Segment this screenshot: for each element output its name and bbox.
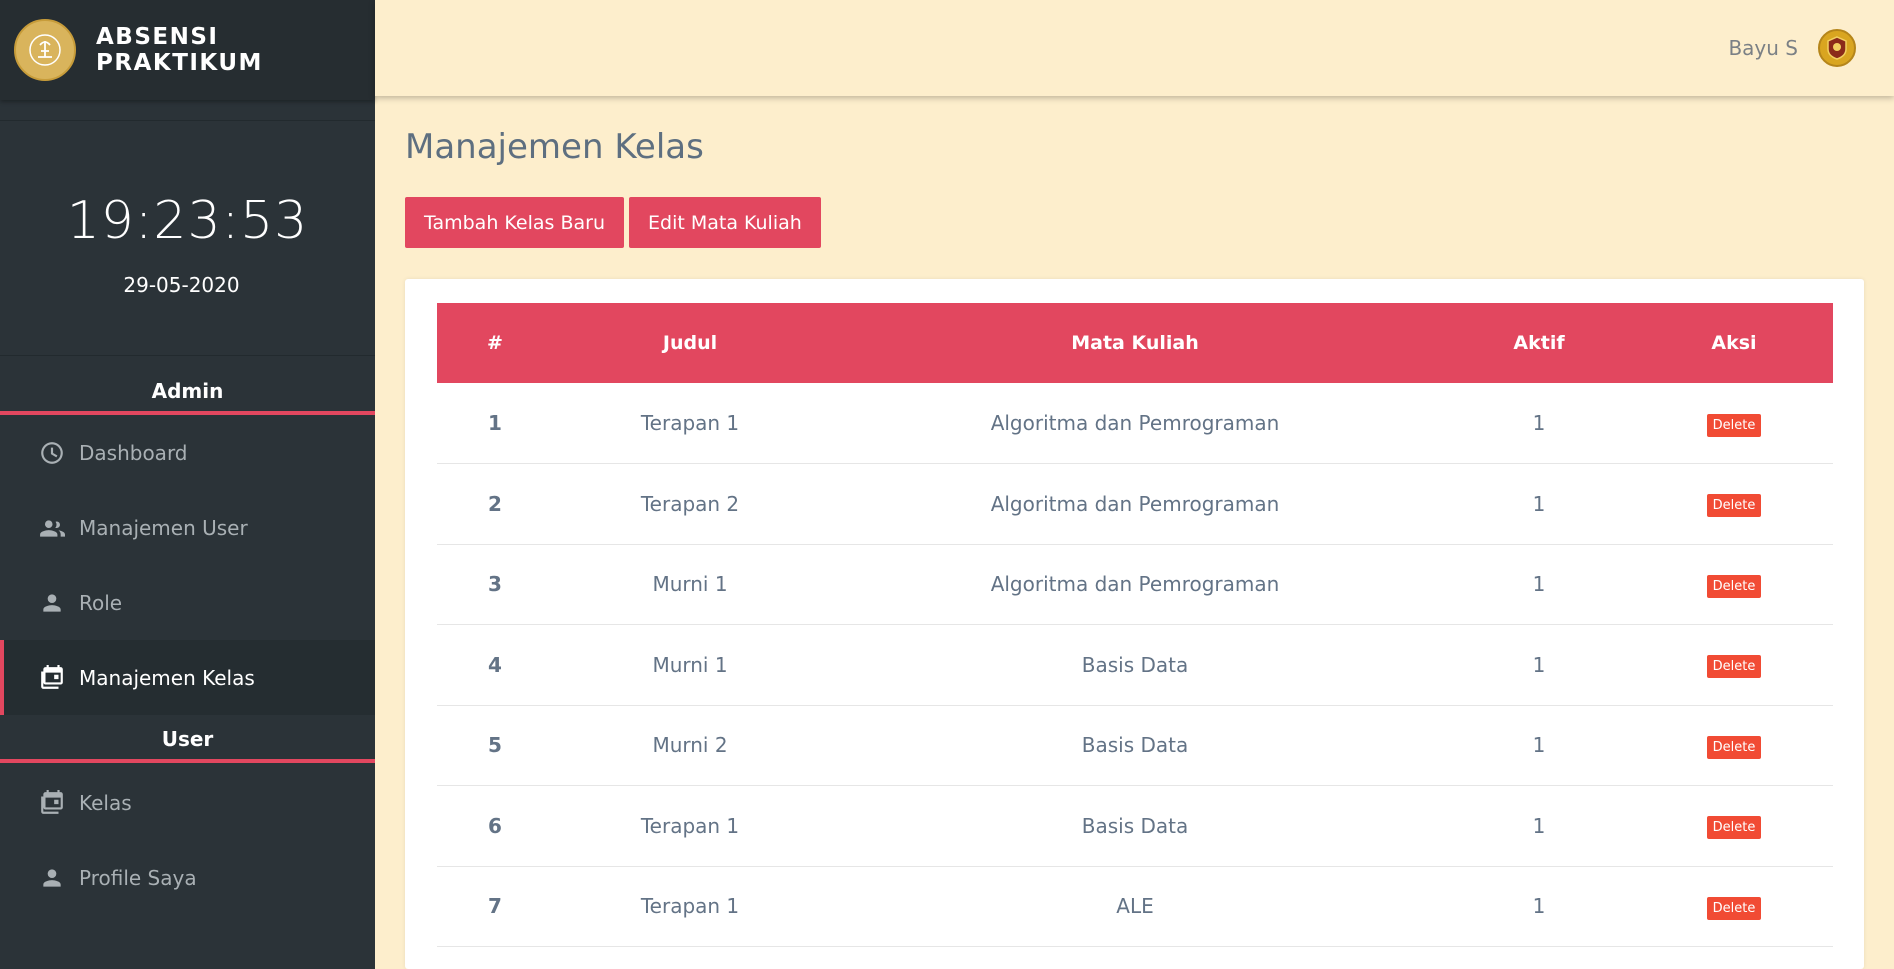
- sidebar-item-label: Manajemen User: [79, 515, 248, 540]
- cell-aktif: 1: [1532, 491, 1546, 516]
- cell-aktif: 1: [1532, 411, 1546, 435]
- cell-aksi: Delete: [1635, 544, 1833, 625]
- cell-number: 2: [488, 491, 502, 516]
- sidebar-item-manajemen-kelas[interactable]: Manajemen Kelas: [0, 640, 375, 715]
- table-row: 7 Terapan 1 ALE 1 Delete: [437, 866, 1833, 947]
- sidebar-item-kelas[interactable]: Kelas: [0, 765, 375, 840]
- cell-aktif: 1: [1532, 813, 1546, 838]
- cell-judul: Terapan 1: [640, 411, 740, 435]
- table-header-row: # Judul Mata Kuliah Aktif Aksi: [437, 303, 1833, 383]
- sidebar-item-label: Kelas: [79, 790, 132, 815]
- brand[interactable]: ABSENSI PRAKTIKUM: [0, 0, 375, 100]
- clock-time: 19:23:53: [66, 191, 309, 251]
- table-row: 5 Murni 2 Basis Data 1 Delete: [437, 705, 1833, 786]
- delete-button[interactable]: Delete: [1706, 574, 1762, 598]
- sidebar-item-role[interactable]: Role: [0, 565, 375, 640]
- cell-number: 5: [488, 733, 502, 758]
- table-row: 4 Murni 1 Basis Data 1 Delete: [437, 625, 1833, 706]
- user-name[interactable]: Bayu S: [1728, 36, 1798, 60]
- person-icon: [38, 589, 66, 617]
- add-class-button[interactable]: Tambah Kelas Baru: [405, 197, 624, 248]
- cell-aksi: Delete: [1635, 705, 1833, 786]
- users-icon: [38, 514, 66, 542]
- cell-number: 6: [488, 813, 502, 838]
- brand-title-line2: PRAKTIKUM: [96, 50, 263, 76]
- edit-course-button[interactable]: Edit Mata Kuliah: [629, 197, 821, 248]
- column-header-aksi: Aksi: [1711, 332, 1757, 354]
- cell-mata-kuliah: Algoritma dan Pemrograman: [990, 411, 1280, 435]
- action-buttons: Tambah Kelas Baru Edit Mata Kuliah: [405, 197, 1894, 248]
- cell-aksi: Delete: [1635, 464, 1833, 545]
- cell-number: 7: [488, 894, 502, 919]
- cell-aktif: 1: [1532, 652, 1546, 677]
- emblem-avatar-icon[interactable]: [1818, 29, 1856, 67]
- main-content: Manajemen Kelas Tambah Kelas Baru Edit M…: [375, 96, 1894, 969]
- cell-mata-kuliah: Basis Data: [1081, 652, 1189, 677]
- class-table: # Judul Mata Kuliah Aktif Aksi 1 Terapan…: [437, 303, 1833, 947]
- delete-button[interactable]: Delete: [1706, 413, 1762, 437]
- cell-mata-kuliah: Algoritma dan Pemrograman: [990, 491, 1280, 516]
- brand-title-line1: ABSENSI: [96, 24, 219, 50]
- person-icon: [38, 864, 66, 892]
- divider: [0, 120, 375, 121]
- delete-button[interactable]: Delete: [1706, 735, 1762, 759]
- column-header-judul[interactable]: Judul: [553, 303, 827, 383]
- cell-aksi: Delete: [1635, 383, 1833, 464]
- table-row: 6 Terapan 1 Basis Data 1 Delete: [437, 786, 1833, 867]
- sidebar-item-label: Profile Saya: [79, 865, 197, 890]
- brand-title: ABSENSI PRAKTIKUM: [96, 24, 263, 76]
- cell-number: 3: [488, 572, 502, 597]
- sidebar-item-profile-saya[interactable]: Profile Saya: [0, 840, 375, 915]
- page-title: Manajemen Kelas: [405, 127, 704, 167]
- sidebar-item-label: Role: [79, 590, 123, 615]
- sidebar-item-dashboard[interactable]: Dashboard: [0, 415, 375, 490]
- cell-aktif: 1: [1532, 733, 1546, 758]
- cell-mata-kuliah: Algoritma dan Pemrograman: [990, 572, 1280, 597]
- table-row: 2 Terapan 2 Algoritma dan Pemrograman 1 …: [437, 464, 1833, 545]
- cell-aktif: 1: [1532, 894, 1546, 919]
- table-row: 1 Terapan 1 Algoritma dan Pemrograman 1 …: [437, 383, 1833, 464]
- table-card: # Judul Mata Kuliah Aktif Aksi 1 Terapan…: [405, 279, 1864, 969]
- cell-number: 4: [488, 652, 502, 677]
- cell-judul: Murni 2: [652, 733, 728, 758]
- topbar: Bayu S: [375, 0, 1894, 96]
- cell-number: 1: [488, 411, 502, 435]
- section-header-admin: Admin: [0, 367, 375, 415]
- delete-button[interactable]: Delete: [1706, 816, 1762, 840]
- delete-button[interactable]: Delete: [1706, 494, 1762, 518]
- calendar-stack-icon: [38, 789, 66, 817]
- delete-button[interactable]: Delete: [1706, 655, 1762, 679]
- cell-aksi: Delete: [1635, 786, 1833, 867]
- dashboard-icon: [38, 439, 66, 467]
- sidebar-item-label: Dashboard: [79, 440, 188, 465]
- cell-judul: Murni 1: [652, 572, 728, 597]
- cell-mata-kuliah: ALE: [1116, 894, 1154, 919]
- delete-button[interactable]: Delete: [1706, 896, 1762, 920]
- divider: [0, 355, 375, 356]
- section-header-user: User: [0, 715, 375, 763]
- calendar-stack-icon: [38, 664, 66, 692]
- column-header-aktif[interactable]: Aktif: [1443, 303, 1635, 383]
- table-row: 3 Murni 1 Algoritma dan Pemrograman 1 De…: [437, 544, 1833, 625]
- cell-judul: Murni 1: [652, 652, 728, 677]
- cell-mata-kuliah: Basis Data: [1081, 733, 1189, 758]
- cell-aksi: Delete: [1635, 866, 1833, 947]
- cell-aktif: 1: [1532, 572, 1546, 597]
- cell-judul: Terapan 1: [640, 894, 740, 919]
- column-header-mata-kuliah[interactable]: Mata Kuliah: [827, 303, 1443, 383]
- sidebar: ABSENSI PRAKTIKUM 19:23:53 29-05-2020 Ad…: [0, 0, 375, 969]
- cell-judul: Terapan 1: [640, 813, 740, 838]
- cell-mata-kuliah: Basis Data: [1081, 813, 1189, 838]
- column-header-number[interactable]: #: [437, 303, 553, 383]
- sidebar-item-manajemen-user[interactable]: Manajemen User: [0, 490, 375, 565]
- sidebar-item-label: Manajemen Kelas: [79, 665, 255, 690]
- clock-date: 29-05-2020: [123, 273, 240, 297]
- cell-judul: Terapan 2: [640, 491, 740, 516]
- university-logo-icon: [14, 19, 76, 81]
- cell-aksi: Delete: [1635, 625, 1833, 706]
